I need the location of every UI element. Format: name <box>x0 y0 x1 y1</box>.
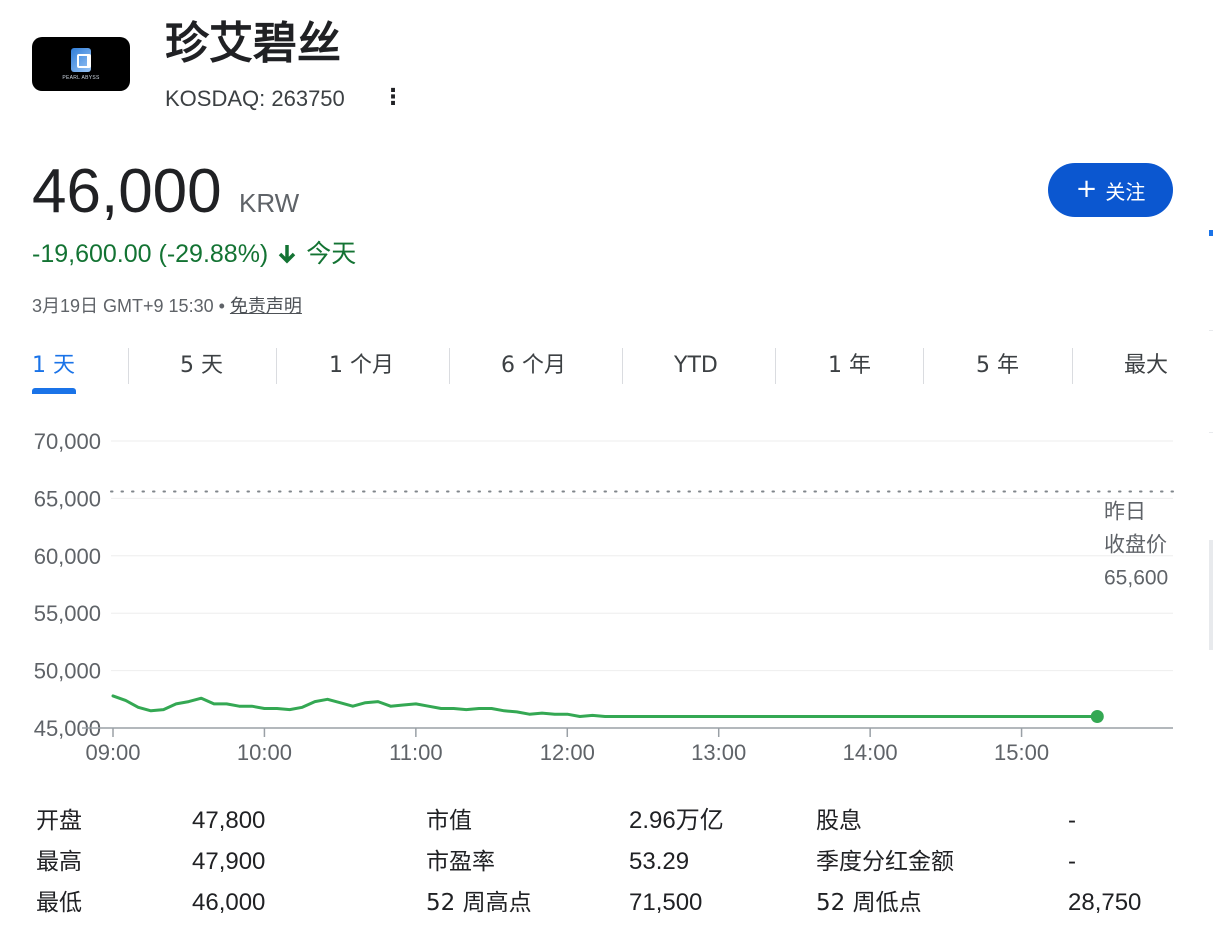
current-price: 46,000 <box>32 157 222 226</box>
stat-dividend-value: - <box>1068 807 1076 834</box>
y-tick-label: 65,000 <box>34 486 101 511</box>
stat-52w-high-label: 52 周高点 <box>426 890 532 916</box>
y-tick-label: 50,000 <box>34 659 101 684</box>
stat-quarterly-dividend-label: 季度分红金额 <box>816 849 954 875</box>
tab-6m[interactable]: 6 个月 <box>501 346 566 386</box>
y-tick-label: 55,000 <box>34 601 101 626</box>
intraday-price-chart[interactable]: 70,00065,00060,00055,00050,00045,00009:0… <box>0 410 1213 780</box>
x-tick-label: 13:00 <box>691 740 746 765</box>
stat-52w-high-value: 71,500 <box>629 889 703 916</box>
y-tick-label: 60,000 <box>34 544 101 569</box>
price-change: -19,600.00 (-29.88%) 今天 <box>32 237 356 271</box>
side-panel-edge <box>1209 432 1213 433</box>
tab-1m[interactable]: 1 个月 <box>329 346 394 386</box>
stat-high-value: 47,900 <box>192 848 266 875</box>
tab-divider <box>1072 348 1073 384</box>
stat-low-label: 最低 <box>36 890 82 916</box>
last-price-dot <box>1090 710 1104 724</box>
stat-open-value: 47,800 <box>192 807 266 834</box>
stat-open-label: 开盘 <box>36 808 82 834</box>
x-tick-label: 10:00 <box>237 740 292 765</box>
stat-market-cap-value: 2.96万亿 <box>629 807 724 834</box>
plus-icon: + <box>1075 173 1098 204</box>
currency: KRW <box>239 188 300 218</box>
x-tick-label: 12:00 <box>540 740 595 765</box>
side-panel-edge <box>1209 230 1213 236</box>
tab-ytd[interactable]: YTD <box>674 346 718 386</box>
follow-button[interactable]: + 关注 <box>1048 163 1173 217</box>
stat-dividend-label: 股息 <box>816 808 862 834</box>
disclaimer-link[interactable]: 免责声明 <box>230 296 302 316</box>
x-tick-label: 11:00 <box>389 740 442 765</box>
quote-timestamp: 3月19日 GMT+9 15:30 • 免责声明 <box>32 293 302 319</box>
tab-divider <box>276 348 277 384</box>
tab-5d[interactable]: 5 天 <box>180 346 223 386</box>
side-panel-edge <box>1209 330 1213 331</box>
active-tab-indicator <box>32 388 76 394</box>
stat-high-label: 最高 <box>36 849 82 875</box>
stat-market-cap-label: 市值 <box>426 808 472 834</box>
change-amount: -19,600.00 (-29.88%) <box>32 240 269 268</box>
tab-divider <box>128 348 129 384</box>
stat-52w-low-value: 28,750 <box>1068 889 1142 916</box>
x-tick-label: 15:00 <box>994 740 1049 765</box>
price-line <box>111 694 1099 718</box>
x-tick-label: 09:00 <box>85 740 140 765</box>
follow-label: 关注 <box>1105 179 1146 204</box>
range-tabs: 1 天 5 天 1 个月 6 个月 YTD 1 年 5 年 最大 <box>32 346 1174 394</box>
tab-divider <box>622 348 623 384</box>
stat-low-value: 46,000 <box>192 889 266 916</box>
tab-max[interactable]: 最大 <box>1124 346 1168 386</box>
pearl-abyss-logo-icon <box>71 48 91 72</box>
tab-divider <box>775 348 776 384</box>
separator-dot: • <box>218 296 225 316</box>
tab-1y[interactable]: 1 年 <box>828 346 871 386</box>
ticker-symbol: KOSDAQ: 263750 <box>165 86 345 111</box>
stat-pe-label: 市盈率 <box>426 849 495 875</box>
logo-wordmark: PEARL ABYSS <box>62 75 100 81</box>
stat-pe-value: 53.29 <box>629 848 690 875</box>
tab-5y[interactable]: 5 年 <box>976 346 1019 386</box>
previous-close-label: 65,600 <box>1104 567 1168 590</box>
tab-divider <box>923 348 924 384</box>
arrow-down-icon <box>274 241 300 267</box>
key-stats: 开盘 47,800 最高 47,900 最低 46,000 市值 2.96万亿 … <box>32 800 1182 930</box>
x-tick-label: 14:00 <box>843 740 898 765</box>
timestamp-text: 3月19日 GMT+9 15:30 <box>32 296 214 316</box>
company-logo: PEARL ABYSS <box>32 37 130 91</box>
tab-1d[interactable]: 1 天 <box>32 346 75 386</box>
stat-52w-low-label: 52 周低点 <box>816 890 922 916</box>
change-period: 今天 <box>306 240 357 268</box>
previous-close-label: 昨日 <box>1104 501 1146 524</box>
side-panel-edge <box>1209 540 1213 650</box>
company-name: 珍艾碧丝 <box>165 18 341 69</box>
y-tick-label: 70,000 <box>34 429 101 454</box>
previous-close-label: 收盘价 <box>1104 534 1167 557</box>
stat-quarterly-dividend-value: - <box>1068 848 1076 875</box>
vertical-dots-icon[interactable]: ⋮ <box>382 86 404 108</box>
tab-divider <box>449 348 450 384</box>
